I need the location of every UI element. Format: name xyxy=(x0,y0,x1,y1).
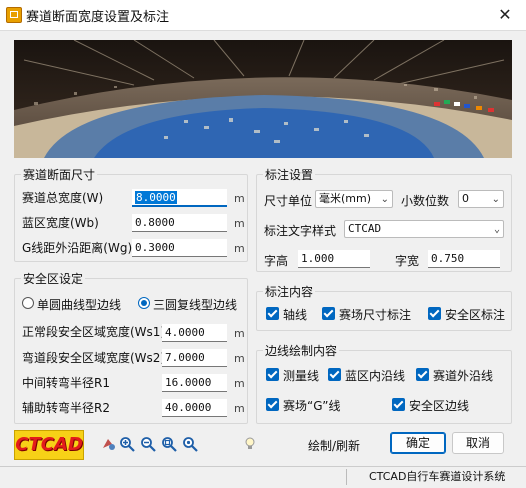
safety-edge-label[interactable]: 安全区边线 xyxy=(409,397,469,414)
unit-label: 尺寸单位 xyxy=(264,194,313,208)
unit-select[interactable]: 毫米(mm) ⌄ xyxy=(315,190,393,208)
ws2-input[interactable]: 7.0000 xyxy=(162,349,227,367)
chevron-down-icon: ⌄ xyxy=(493,224,500,235)
text-width-input[interactable]: 0.750 xyxy=(428,250,500,268)
axis-checkbox[interactable] xyxy=(266,307,279,320)
decimal-select[interactable]: 0 ⌄ xyxy=(458,190,504,208)
ctcad-logo-text: CTCAD xyxy=(15,434,83,455)
annotation-content-legend: 标注内容 xyxy=(263,283,316,300)
ws1-input[interactable]: 4.0000 xyxy=(162,324,227,342)
g-line-label[interactable]: 赛场“G”线 xyxy=(283,397,340,414)
triple-arc-label[interactable]: 三圆复线型边线 xyxy=(153,296,237,313)
single-arc-radio[interactable] xyxy=(22,297,34,309)
annotation-settings-legend: 标注设置 xyxy=(263,166,316,183)
g-line-distance-input[interactable]: 0.3000 xyxy=(132,239,227,257)
r1-label: 中间转弯半径R1 xyxy=(22,376,110,390)
total-width-value: 8.0000 xyxy=(135,191,177,204)
cancel-button[interactable]: 取消 xyxy=(452,432,504,454)
zoom-extents-icon[interactable] xyxy=(182,436,198,452)
safety-edge-checkbox[interactable] xyxy=(392,398,405,411)
track-outer-edge-checkbox[interactable] xyxy=(416,368,429,381)
total-width-unit: m xyxy=(234,192,245,205)
ctcad-logo: CTCAD xyxy=(14,430,84,460)
blue-inner-edge-checkbox[interactable] xyxy=(328,368,341,381)
g-line-distance-label: G线距外沿距离(Wg) xyxy=(22,241,133,255)
r2-input[interactable]: 40.0000 xyxy=(162,399,227,417)
text-height-input[interactable]: 1.000 xyxy=(298,250,370,268)
field-dims-checkbox[interactable] xyxy=(322,307,335,320)
lightbulb-icon[interactable] xyxy=(242,436,258,452)
ws1-unit: m xyxy=(234,327,245,340)
velodrome-banner-image xyxy=(14,40,512,158)
ws2-unit: m xyxy=(234,352,245,365)
track-outer-edge-label[interactable]: 赛道外沿线 xyxy=(433,367,493,384)
g-line-checkbox[interactable] xyxy=(266,398,279,411)
close-button[interactable]: ✕ xyxy=(490,4,520,26)
survey-line-label[interactable]: 测量线 xyxy=(283,367,319,384)
r2-label: 辅助转弯半径R2 xyxy=(22,401,110,415)
field-dims-label[interactable]: 赛场尺寸标注 xyxy=(339,306,411,323)
track-section-legend: 赛道断面尺寸 xyxy=(21,166,98,183)
edge-drawing-legend: 边线绘制内容 xyxy=(263,342,340,359)
g-line-distance-unit: m xyxy=(234,242,245,255)
zoom-out-icon[interactable] xyxy=(140,436,156,452)
safety-annot-checkbox[interactable] xyxy=(428,307,441,320)
pan-icon[interactable] xyxy=(100,436,116,452)
r2-unit: m xyxy=(234,402,245,415)
safety-zone-legend: 安全区设定 xyxy=(21,270,86,287)
chevron-down-icon: ⌄ xyxy=(380,194,389,205)
text-style-select[interactable]: CTCAD ⌄ xyxy=(344,220,504,238)
zoom-window-icon[interactable] xyxy=(161,436,177,452)
safety-annot-label[interactable]: 安全区标注 xyxy=(445,306,505,323)
status-text: CTCAD自行车赛道设计系统 xyxy=(346,469,522,485)
blue-inner-edge-label[interactable]: 蓝区内沿线 xyxy=(345,367,405,384)
r1-input[interactable]: 16.0000 xyxy=(162,374,227,392)
single-arc-label[interactable]: 单圆曲线型边线 xyxy=(37,296,121,313)
decimal-select-value: 0 xyxy=(462,192,469,205)
blue-zone-width-unit: m xyxy=(234,217,245,230)
text-style-label: 标注文字样式 xyxy=(264,224,337,238)
survey-line-checkbox[interactable] xyxy=(266,368,279,381)
text-width-label: 字宽 xyxy=(395,254,420,268)
chevron-down-icon: ⌄ xyxy=(491,194,500,205)
ws2-label: 弯道段安全区域宽度(Ws2) xyxy=(22,351,166,365)
decimal-label: 小数位数 xyxy=(401,194,450,208)
draw-refresh-link[interactable]: 绘制/刷新 xyxy=(308,437,360,454)
ok-button[interactable]: 确定 xyxy=(390,432,446,454)
total-width-label: 赛道总宽度(W) xyxy=(22,191,104,205)
blue-zone-width-label: 蓝区宽度(Wb) xyxy=(22,216,99,230)
triple-arc-radio[interactable] xyxy=(138,297,150,309)
axis-label[interactable]: 轴线 xyxy=(283,306,307,323)
total-width-input[interactable]: 8.0000 xyxy=(132,189,227,207)
zoom-in-icon[interactable] xyxy=(119,436,135,452)
window-title: 赛道断面宽度设置及标注 xyxy=(26,10,170,25)
ws1-label: 正常段安全区域宽度(Ws1) xyxy=(22,325,166,339)
app-icon xyxy=(6,7,22,23)
blue-zone-width-input[interactable]: 0.8000 xyxy=(132,214,227,232)
text-style-select-value: CTCAD xyxy=(348,222,382,235)
r1-unit: m xyxy=(234,377,245,390)
text-height-label: 字高 xyxy=(264,254,289,268)
unit-select-value: 毫米(mm) xyxy=(319,192,372,205)
